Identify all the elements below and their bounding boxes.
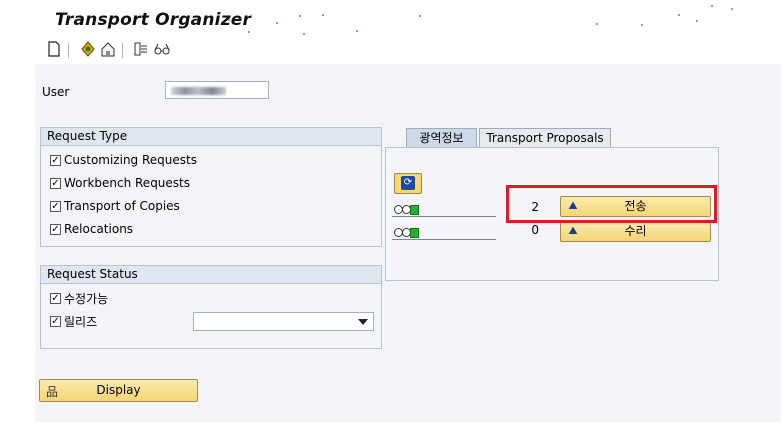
checkbox-customizing-label: Customizing Requests bbox=[64, 153, 197, 167]
new-document-icon[interactable] bbox=[45, 41, 63, 59]
title-bar: Transport Organizer bbox=[35, 0, 781, 36]
status-lights-icon bbox=[394, 225, 419, 238]
checkbox-copies-label: Transport of Copies bbox=[64, 199, 180, 213]
checkbox-relocations-label: Relocations bbox=[64, 222, 134, 236]
glasses-icon[interactable] bbox=[153, 41, 171, 59]
checkbox-copies[interactable]: ✓ bbox=[50, 201, 61, 212]
user-value-blurred bbox=[171, 87, 226, 95]
checkbox-workbench[interactable]: ✓ bbox=[50, 178, 61, 189]
user-label: User bbox=[42, 85, 70, 99]
window-title: Transport Organizer bbox=[55, 10, 252, 30]
checkbox-released[interactable]: ✓ bbox=[50, 316, 61, 327]
tab-transport-proposals[interactable]: Transport Proposals bbox=[479, 128, 611, 148]
row-divider bbox=[392, 216, 496, 217]
highlight-box bbox=[506, 185, 717, 223]
home-building-icon[interactable] bbox=[99, 41, 117, 59]
import-button[interactable]: ⛰ 수리 bbox=[560, 221, 711, 242]
display-button-label: Display bbox=[96, 383, 141, 397]
request-type-title: Request Type bbox=[41, 128, 381, 146]
transport-icon[interactable] bbox=[132, 41, 150, 59]
user-input[interactable] bbox=[165, 81, 269, 99]
checkbox-released-label: 릴리즈 bbox=[64, 315, 98, 329]
refresh-button[interactable]: ⟳ bbox=[394, 173, 422, 194]
request-status-group: Request Status bbox=[40, 265, 382, 349]
row-divider bbox=[392, 239, 496, 240]
checkbox-customizing[interactable]: ✓ bbox=[50, 155, 61, 166]
application-toolbar bbox=[35, 36, 781, 64]
display-button[interactable]: 品 Display bbox=[39, 379, 198, 402]
person-mountain-icon: ⛰ bbox=[568, 224, 578, 237]
checkbox-modifiable[interactable]: ✓ bbox=[50, 293, 61, 304]
checkbox-relocations[interactable]: ✓ bbox=[50, 224, 61, 235]
import-count: 0 bbox=[531, 223, 539, 237]
checkbox-workbench-label: Workbench Requests bbox=[64, 176, 191, 190]
toolbar-separator bbox=[122, 43, 123, 58]
chevron-down-icon[interactable] bbox=[358, 319, 368, 325]
release-dropdown[interactable] bbox=[193, 312, 374, 331]
tab-general-info[interactable]: 광역정보 bbox=[406, 128, 477, 148]
status-lights-icon bbox=[394, 202, 419, 215]
toolbar-separator bbox=[68, 43, 69, 58]
checkbox-modifiable-label: 수정가능 bbox=[64, 292, 109, 306]
refresh-icon: ⟳ bbox=[401, 176, 415, 190]
import-button-label: 수리 bbox=[624, 224, 647, 238]
diamond-action-icon[interactable] bbox=[79, 41, 97, 59]
request-status-title: Request Status bbox=[41, 266, 381, 284]
